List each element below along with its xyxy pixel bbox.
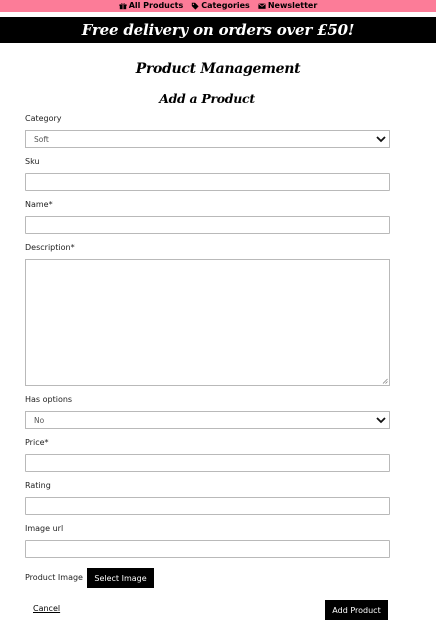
chevron-down-icon [376, 417, 386, 424]
nav-newsletter-label: Newsletter [267, 1, 318, 10]
has-options-select[interactable]: No [25, 411, 390, 429]
description-label: Description* [25, 243, 75, 252]
nav-all-products[interactable]: All Products [119, 1, 184, 10]
gift-icon [119, 3, 127, 10]
chevron-down-icon [376, 136, 386, 143]
category-label: Category [25, 114, 62, 123]
image-url-input[interactable] [25, 540, 390, 558]
sku-label: Sku [25, 157, 40, 166]
has-options-label: Has options [25, 395, 73, 404]
rating-label: Rating [25, 481, 51, 490]
form-title: Add a Product [159, 91, 255, 106]
nav-categories-label: Categories [201, 1, 250, 10]
image-url-label: Image url [25, 524, 64, 533]
price-input[interactable] [25, 454, 390, 472]
rating-input[interactable] [25, 497, 390, 515]
sku-input[interactable] [25, 173, 390, 191]
add-product-button[interactable]: Add Product [325, 600, 388, 620]
nav-categories[interactable]: Categories [191, 2, 250, 10]
delivery-banner-text: Free delivery on orders over £50! [81, 21, 355, 39]
resize-handle-icon[interactable] [382, 378, 388, 384]
description-textarea[interactable] [25, 259, 390, 386]
page-title: Product Management [135, 61, 301, 77]
price-label: Price* [25, 438, 49, 447]
category-select[interactable]: Soft [25, 130, 390, 148]
nav-newsletter[interactable]: Newsletter [258, 2, 317, 10]
nav-all-products-label: All Products [128, 1, 184, 10]
product-image-label: Product Image [25, 573, 83, 582]
cancel-link[interactable]: Cancel [33, 605, 60, 613]
tag-icon [192, 2, 199, 10]
has-options-select-value: No [34, 415, 45, 425]
category-select-value: Soft [34, 134, 49, 144]
name-input[interactable] [25, 216, 390, 234]
envelope-icon [258, 3, 266, 9]
select-image-button[interactable]: Select Image [87, 568, 154, 588]
name-label: Name* [25, 200, 53, 209]
top-nav: All Products Categories Newsletter [0, 0, 436, 12]
delivery-banner: Free delivery on orders over £50! [0, 17, 436, 43]
